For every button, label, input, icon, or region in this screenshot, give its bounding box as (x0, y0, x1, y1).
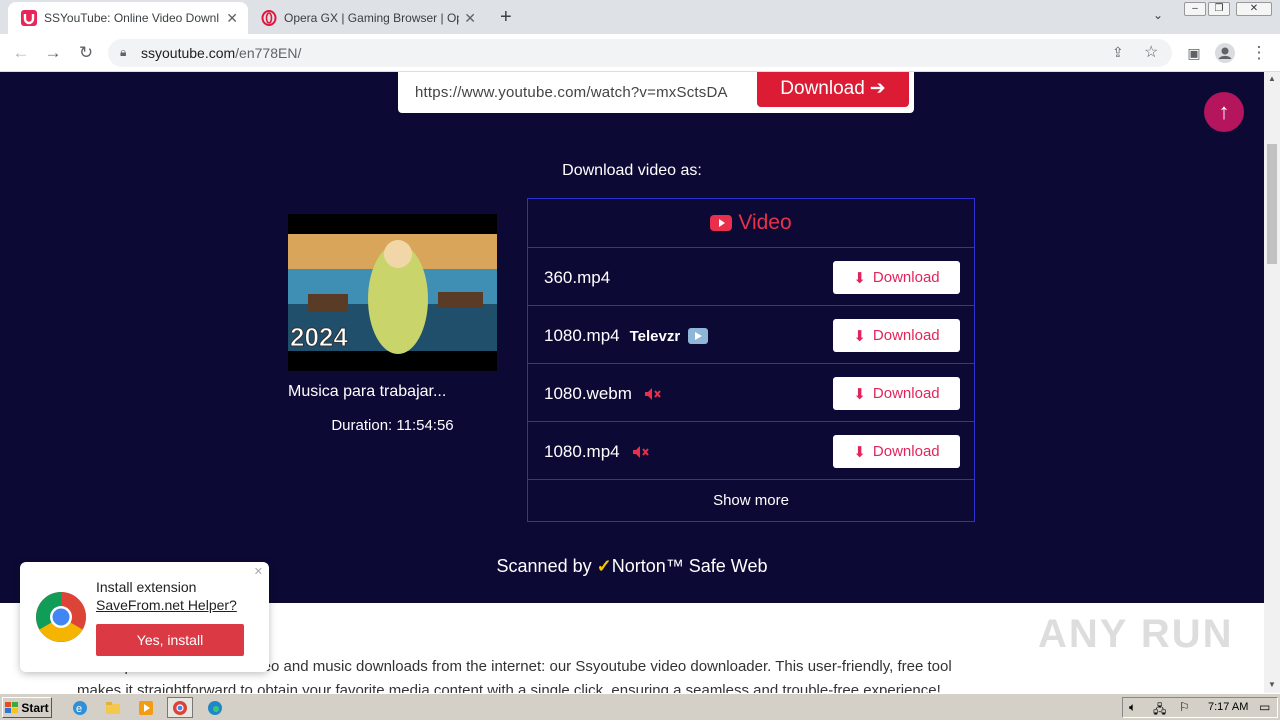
download-button-label: Download (872, 327, 940, 344)
profile-icon[interactable] (1214, 42, 1236, 64)
download-button[interactable]: ⬇ Download (833, 435, 960, 468)
arrow-right-icon: ➔ (869, 78, 886, 99)
norton-brand: Norton™ Safe Web (611, 556, 768, 576)
table-row: 1080.webm ⬇ Download (528, 364, 974, 422)
popup-title: Install extension (96, 579, 197, 595)
format-label: 1080.mp4 (544, 326, 620, 345)
lock-icon: 🔒︎ (120, 45, 127, 59)
arrow-up-icon: ↑ (1218, 99, 1230, 124)
download-icon: ⬇ (853, 327, 866, 345)
clock: 7:17 AM (1208, 701, 1249, 713)
reload-icon[interactable]: ↻ (75, 42, 97, 64)
main-download-label: Download (780, 77, 865, 99)
norton-check-icon: ✓ (596, 556, 612, 576)
description-line: makes it straightforward to obtain your … (77, 682, 941, 693)
main-download-button[interactable]: Download ➔ (757, 72, 909, 107)
table-row: 360.mp4 ⬇ Download (528, 248, 974, 306)
download-icon: ⬇ (853, 385, 866, 403)
start-button[interactable]: Start (2, 697, 52, 718)
page-scrollbar[interactable]: ▲ ▼ (1264, 72, 1280, 693)
back-icon[interactable]: ← (10, 42, 32, 64)
scroll-down-icon[interactable]: ▼ (1268, 680, 1276, 689)
scanned-prefix: Scanned by (496, 556, 592, 576)
chrome-taskbar-icon[interactable] (167, 697, 193, 718)
browser-toolbar: ← → ↻ 🔒︎ ssyoutube.com/en778EN/ ⇪ ☆ ▣ ⋮ (0, 34, 1280, 72)
install-button[interactable]: Yes, install (96, 624, 244, 656)
table-header-label: Video (738, 211, 792, 234)
folder-icon[interactable] (105, 700, 121, 716)
popup-extension-link[interactable]: SaveFrom.net Helper? (96, 597, 237, 613)
show-desktop-icon[interactable]: ▭ (1259, 700, 1270, 714)
format-label: 1080.webm (544, 384, 632, 403)
menu-kebab-icon[interactable]: ⋮ (1248, 42, 1270, 64)
opera-favicon-icon (261, 10, 277, 26)
tab-strip: SSYouTube: Online Video Downloade ✕ Oper… (0, 0, 1280, 34)
download-button-label: Download (872, 269, 940, 286)
table-row: 1080.mp4 ⬇ Download (528, 422, 974, 480)
download-button-label: Download (872, 385, 940, 402)
share-icon[interactable]: ⇪ (1112, 44, 1124, 61)
new-tab-icon[interactable]: + (500, 6, 512, 29)
url-input-value: https://www.youtube.com/watch?v=mxSctsDA (415, 84, 728, 101)
download-button[interactable]: ⬇ Download (833, 377, 960, 410)
svg-text:e: e (76, 703, 82, 715)
scroll-up-icon[interactable]: ▲ (1268, 74, 1276, 83)
anyrun-watermark: ANY RUN (1038, 612, 1234, 656)
download-button-label: Download (872, 443, 940, 460)
ie-icon[interactable]: e (72, 700, 88, 716)
table-row: 1080.mp4 Televzr ⬇ Download (528, 306, 974, 364)
chrome-logo-icon (35, 591, 87, 648)
side-panel-icon[interactable]: ▣ (1183, 42, 1205, 64)
popup-close-icon[interactable]: ✕ (254, 565, 263, 578)
youtube-icon (710, 215, 733, 231)
televzr-icon[interactable] (688, 328, 709, 344)
tab-search-chevron-icon[interactable]: ⌄ (1153, 8, 1163, 22)
ssyoutube-favicon-icon (21, 10, 37, 26)
taskbar: Start e 🔈︎ 🖧 ⚐ ▭ 7:17 AM (0, 693, 1280, 720)
start-label: Start (21, 700, 49, 715)
scroll-to-top-button[interactable]: ↑ (1204, 92, 1244, 132)
edge-icon[interactable] (207, 700, 223, 716)
tab-title: Opera GX | Gaming Browser | Opera (284, 11, 459, 25)
thumbnail-text: 2024 (290, 322, 348, 352)
video-title: Musica para trabajar... (288, 383, 447, 400)
windows-logo-icon (5, 701, 19, 714)
close-window-icon[interactable]: ✕ (1236, 2, 1272, 16)
table-header: Video (528, 199, 974, 248)
tab-opera[interactable]: Opera GX | Gaming Browser | Opera ✕ (248, 2, 486, 34)
bookmark-star-icon[interactable]: ☆ (1144, 42, 1158, 62)
download-table: Video 360.mp4 ⬇ Download 1080.mp4 Televzr… (527, 198, 975, 522)
download-heading: Download video as: (562, 162, 702, 179)
volume-icon[interactable]: 🔈︎ (1129, 700, 1136, 715)
tab-title: SSYouTube: Online Video Downloade (44, 11, 219, 25)
download-button[interactable]: ⬇ Download (833, 319, 960, 352)
show-more-link[interactable]: Show more (528, 480, 974, 520)
tab-close-icon[interactable]: ✕ (226, 10, 238, 27)
restore-icon[interactable]: ❐ (1208, 2, 1230, 16)
video-duration: Duration: 11:54:56 (331, 417, 454, 434)
system-tray: 🔈︎ 🖧 ⚐ ▭ (1122, 697, 1278, 718)
tab-close-icon[interactable]: ✕ (464, 10, 476, 27)
forward-icon[interactable]: → (42, 42, 64, 64)
download-icon: ⬇ (853, 443, 866, 461)
flag-icon[interactable]: ⚐ (1179, 700, 1190, 714)
minimize-icon[interactable]: – (1184, 2, 1206, 16)
format-label: 1080.mp4 (544, 442, 620, 461)
format-label: 360.mp4 (544, 268, 611, 287)
scrollbar-thumb[interactable] (1267, 144, 1277, 264)
muted-speaker-icon (632, 445, 650, 459)
extension-popup: ✕ Install extension SaveFrom.net Helper?… (20, 562, 269, 672)
video-thumbnail: 2024 (288, 214, 497, 371)
download-icon: ⬇ (853, 269, 866, 287)
url-text: ssyoutube.com/en778EN/ (141, 45, 302, 61)
address-bar[interactable]: 🔒︎ ssyoutube.com/en778EN/ ⇪ ☆ (108, 39, 1172, 67)
download-button[interactable]: ⬇ Download (833, 261, 960, 294)
tab-ssyoutube[interactable]: SSYouTube: Online Video Downloade ✕ (8, 2, 248, 34)
muted-speaker-icon (644, 387, 662, 401)
media-player-icon[interactable] (138, 700, 154, 716)
network-icon[interactable]: 🖧 (1153, 700, 1166, 721)
televzr-label[interactable]: Televzr (630, 328, 681, 345)
